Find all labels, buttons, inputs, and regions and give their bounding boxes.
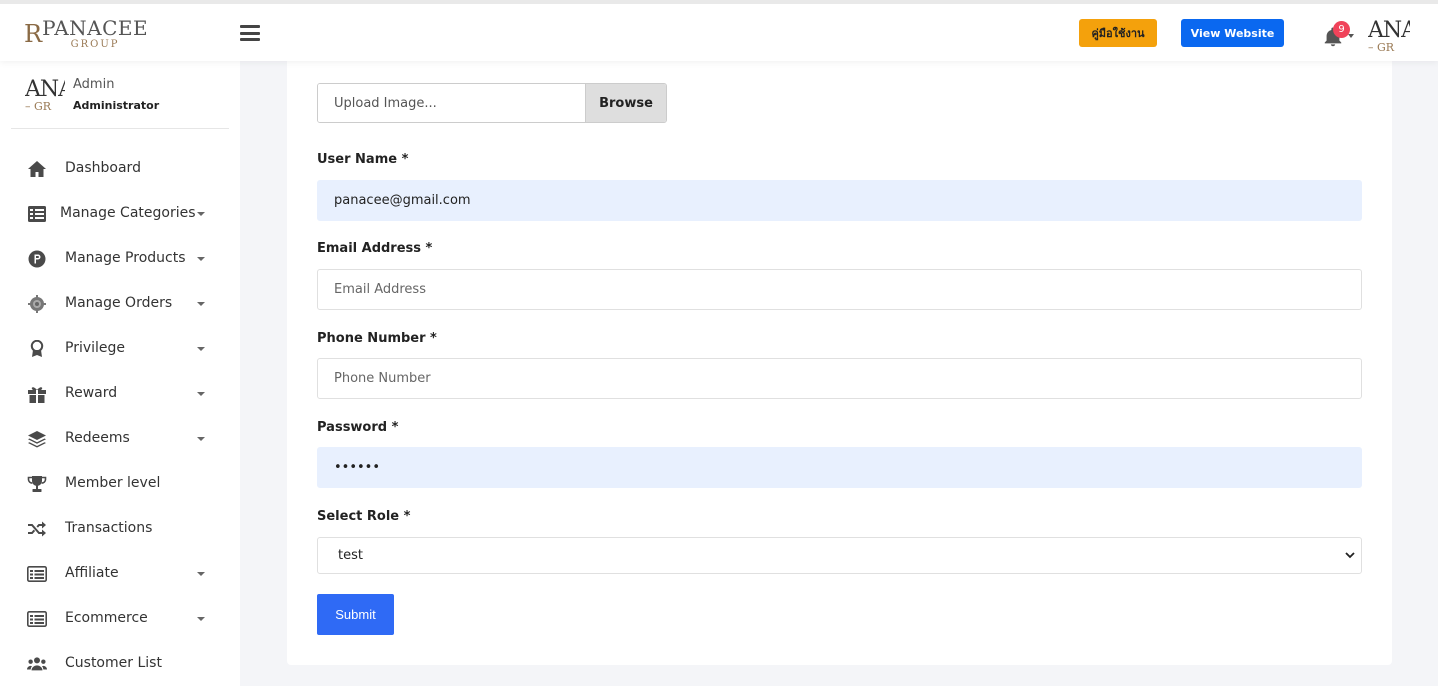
- brand-wordmark: PANACEE GROUP: [42, 18, 148, 50]
- profile-name: Admin: [73, 77, 115, 92]
- sidebar-item-label: Redeems: [65, 430, 130, 446]
- sidebar-item-label: Member level: [65, 475, 161, 491]
- chevron-down-icon: [197, 302, 205, 306]
- sidebar-item-label: Dashboard: [65, 160, 141, 176]
- sidebar-item-affiliate[interactable]: Affiliate: [0, 551, 240, 596]
- trophy-icon: [27, 475, 47, 493]
- brand-logo[interactable]: R PANACEE GROUP: [24, 16, 148, 52]
- email-field[interactable]: [317, 269, 1362, 310]
- gift-icon: [27, 385, 47, 403]
- chevron-down-icon: [197, 617, 205, 621]
- phone-field[interactable]: [317, 358, 1362, 399]
- browse-button[interactable]: Browse: [585, 84, 666, 122]
- sidebar-item-label: Privilege: [65, 340, 126, 356]
- chevron-down-icon: [197, 392, 205, 396]
- sidebar-item-label: Transactions: [65, 520, 153, 536]
- chevron-down-icon: [197, 572, 205, 576]
- email-label: Email Address *: [317, 241, 433, 256]
- avatar-text-bottom: – GR: [1368, 41, 1395, 54]
- chevron-down-icon: [197, 257, 205, 261]
- orders-cog-icon: [27, 295, 47, 313]
- sidebar-item-label: Customer List: [65, 655, 162, 671]
- role-label: Select Role *: [317, 509, 411, 524]
- sidebar-profile: ANA – GR Admin Administrator: [11, 61, 229, 129]
- sidebar-item-ecommerce[interactable]: Ecommerce: [0, 596, 240, 641]
- phone-label: Phone Number *: [317, 331, 437, 346]
- view-website-button[interactable]: View Website: [1181, 19, 1284, 47]
- home-icon: [27, 160, 47, 178]
- image-upload: Browse: [317, 83, 667, 123]
- sidebar-item-label: Reward: [65, 385, 118, 401]
- list-icon: [27, 205, 47, 223]
- brand-subtitle: GROUP: [70, 39, 120, 50]
- brand-name: PANACEE: [42, 16, 149, 40]
- users-icon: [27, 655, 47, 673]
- sidebar-item-reward[interactable]: Reward: [0, 371, 240, 416]
- shuffle-icon: [27, 520, 47, 538]
- product-p-icon: [27, 250, 47, 268]
- role-select-value: test: [338, 548, 363, 563]
- sidebar-item-manage-categories[interactable]: Manage Categories: [0, 191, 240, 236]
- brand-monogram: R: [24, 20, 42, 48]
- sidebar-item-label: Manage Products: [65, 250, 186, 266]
- sidebar-item-transactions[interactable]: Transactions: [0, 506, 240, 551]
- submit-button[interactable]: Submit: [317, 594, 394, 635]
- username-field[interactable]: [317, 180, 1362, 221]
- sidebar-item-customer-list[interactable]: Customer List: [0, 641, 240, 686]
- chevron-down-icon: [197, 437, 205, 441]
- notification-caret-icon[interactable]: [1348, 34, 1354, 38]
- award-icon: [27, 340, 47, 358]
- avatar-text-bottom: – GR: [25, 100, 52, 113]
- chevron-down-icon: [197, 212, 205, 216]
- sidebar-item-dashboard[interactable]: Dashboard: [0, 146, 240, 191]
- table-list-icon: [27, 565, 47, 583]
- chevron-down-icon: [197, 347, 205, 351]
- avatar-text-top: ANA: [1368, 20, 1410, 43]
- notification-badge: 9: [1333, 21, 1350, 38]
- upload-image-input[interactable]: [318, 84, 585, 122]
- top-bar: R PANACEE GROUP คู่มือใช้งาน View Websit…: [0, 0, 1438, 61]
- profile-role: Administrator: [73, 99, 160, 112]
- username-label: User Name *: [317, 152, 409, 167]
- sidebar: ANA – GR Admin Administrator Dashboard M…: [0, 61, 240, 686]
- layers-icon: [27, 430, 47, 448]
- user-form-card: Browse User Name * Email Address * Phone…: [287, 55, 1392, 665]
- sidebar-item-label: Affiliate: [65, 565, 119, 581]
- table-list-icon: [27, 610, 47, 628]
- sidebar-item-manage-orders[interactable]: Manage Orders: [0, 281, 240, 326]
- password-label: Password *: [317, 420, 399, 435]
- chevron-down-icon: [1345, 552, 1355, 559]
- sidebar-item-label: Manage Categories: [60, 205, 196, 221]
- sidebar-item-label: Ecommerce: [65, 610, 148, 626]
- sidebar-item-label: Manage Orders: [65, 295, 173, 311]
- menu-toggle-icon[interactable]: [240, 25, 260, 41]
- avatar-text-top: ANA: [25, 79, 65, 102]
- sidebar-item-member-level[interactable]: Member level: [0, 461, 240, 506]
- sidebar-item-privilege[interactable]: Privilege: [0, 326, 240, 371]
- avatar: ANA – GR: [25, 79, 65, 113]
- role-select[interactable]: test: [317, 537, 1362, 574]
- user-avatar[interactable]: ANA – GR: [1368, 20, 1410, 56]
- sidebar-nav: Dashboard Manage Categories Manage Produ…: [0, 146, 240, 686]
- sidebar-item-manage-products[interactable]: Manage Products: [0, 236, 240, 281]
- user-manual-button[interactable]: คู่มือใช้งาน: [1079, 19, 1157, 47]
- sidebar-item-redeems[interactable]: Redeems: [0, 416, 240, 461]
- password-field[interactable]: [317, 447, 1362, 488]
